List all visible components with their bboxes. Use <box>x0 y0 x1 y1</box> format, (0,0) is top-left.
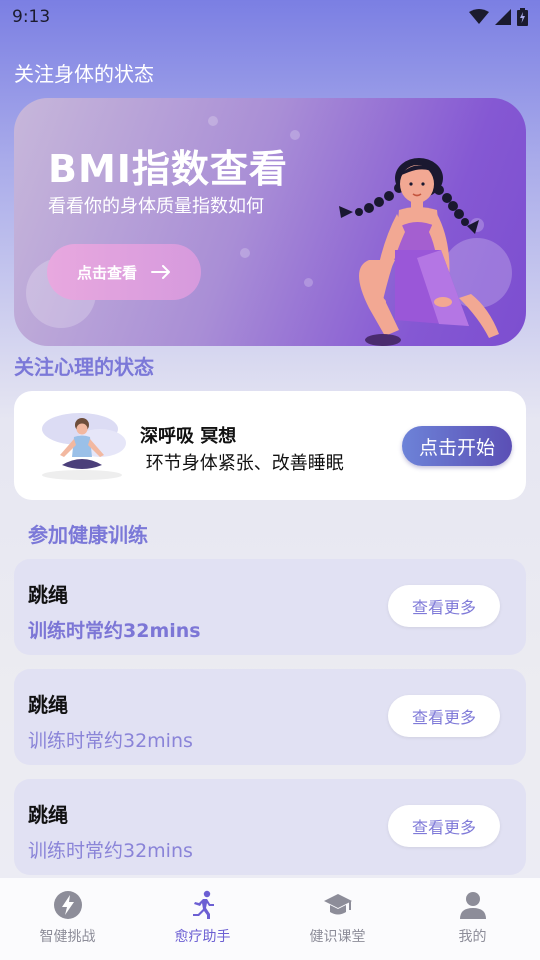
person-icon <box>459 892 486 919</box>
status-time: 9:13 <box>12 7 51 27</box>
graduation-cap-icon <box>323 894 352 915</box>
running-person-icon <box>192 890 214 919</box>
page-title: 关注身体的状态 <box>14 62 154 86</box>
lightning-icon <box>53 891 82 919</box>
bmi-check-button-label: 点击查看 <box>76 263 137 282</box>
start-button[interactable]: 点击开始 <box>402 426 512 466</box>
fitness-girl-illustration <box>339 158 499 346</box>
training-title: 跳绳 <box>28 583 68 607</box>
meditation-card[interactable]: 深呼吸 冥想 环节身体紧张、改善睡眠 点击开始 <box>14 391 526 500</box>
banner-subtitle: 看看你的身体质量指数如何 <box>48 196 264 217</box>
training-duration: 训练时常约32mins <box>28 730 193 752</box>
tab-mine-label: 我的 <box>458 929 487 945</box>
training-card[interactable]: 跳绳 训练时常约32mins 查看更多 <box>14 779 526 875</box>
training-card[interactable]: 跳绳 训练时常约32mins 查看更多 <box>14 669 526 765</box>
tab-challenge[interactable]: 智健挑战 <box>0 878 135 960</box>
bmi-check-button[interactable]: 点击查看 <box>47 244 201 300</box>
view-more-button[interactable]: 查看更多 <box>388 585 500 627</box>
decor-bubble <box>304 278 313 287</box>
section-heading-training: 参加健康训练 <box>28 523 148 547</box>
status-icons <box>469 8 528 26</box>
view-more-button[interactable]: 查看更多 <box>388 695 500 737</box>
decor-bubble <box>208 116 218 126</box>
meditation-title: 深呼吸 冥想 <box>140 426 237 447</box>
tab-challenge-label: 智健挑战 <box>39 929 96 945</box>
banner-title: BMI指数查看 <box>48 147 288 191</box>
signal-icon <box>495 9 511 25</box>
meditation-description: 环节身体紧张、改善睡眠 <box>140 453 344 474</box>
training-card[interactable]: 跳绳 训练时常约32mins 查看更多 <box>14 559 526 655</box>
section-heading-mental: 关注心理的状态 <box>14 355 154 379</box>
training-duration: 训练时常约32mins <box>28 840 193 862</box>
wifi-icon <box>469 9 489 24</box>
training-title: 跳绳 <box>28 693 68 717</box>
status-bar: 9:13 <box>0 0 540 34</box>
bmi-banner[interactable]: BMI指数查看 看看你的身体质量指数如何 点击查看 <box>14 98 526 346</box>
bottom-nav: 智健挑战 愈疗助手 健识课堂 我的 <box>0 878 540 960</box>
tab-healing-assistant[interactable]: 愈疗助手 <box>135 878 270 960</box>
tab-mine[interactable]: 我的 <box>405 878 540 960</box>
tab-knowledge-class[interactable]: 健识课堂 <box>270 878 405 960</box>
decor-bubble <box>240 248 250 258</box>
decor-bubble <box>290 130 300 140</box>
view-more-button[interactable]: 查看更多 <box>388 805 500 847</box>
tab-knowledge-class-label: 健识课堂 <box>309 929 366 945</box>
training-duration: 训练时常约32mins <box>28 620 201 642</box>
meditation-illustration <box>42 413 126 480</box>
tab-healing-assistant-label: 愈疗助手 <box>174 929 231 945</box>
arrow-right-icon <box>151 265 170 279</box>
battery-icon <box>517 8 528 26</box>
training-title: 跳绳 <box>28 803 68 827</box>
